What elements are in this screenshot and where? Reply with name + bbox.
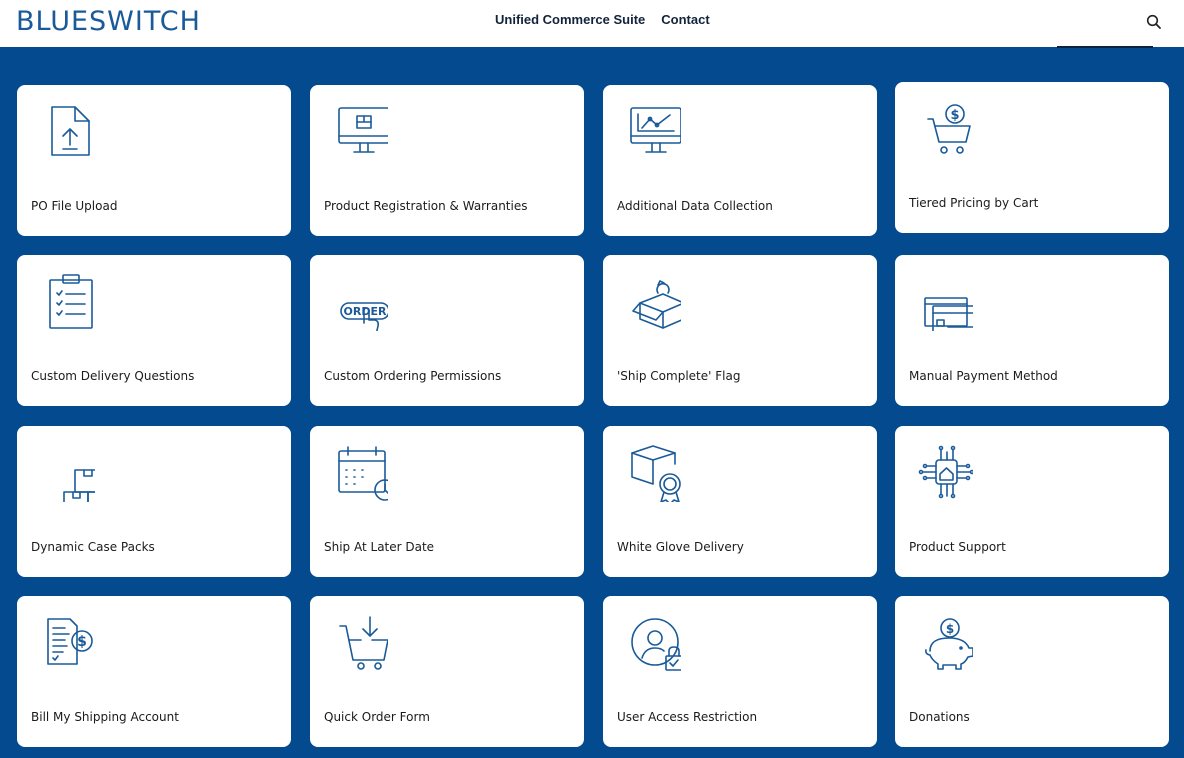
- search-icon[interactable]: [1145, 13, 1163, 31]
- card-label: Custom Ordering Permissions: [324, 369, 502, 383]
- invoice-dollar-icon: $: [35, 614, 95, 672]
- card-label: Additional Data Collection: [617, 199, 773, 213]
- card-label: White Glove Delivery: [617, 540, 744, 554]
- monitor-chart-icon: [621, 103, 682, 161]
- feature-card-tiered-pricing[interactable]: $ Tiered Pricing by Cart: [895, 82, 1169, 233]
- nav-underline: [1057, 46, 1153, 48]
- card-label: Product Support: [909, 540, 1006, 554]
- feature-card-donations[interactable]: $ Donations: [895, 596, 1169, 747]
- feature-card-white-glove-delivery[interactable]: White Glove Delivery: [603, 426, 877, 577]
- feature-card-po-file-upload[interactable]: PO File Upload: [17, 85, 291, 236]
- card-label: Tiered Pricing by Cart: [909, 196, 1039, 210]
- feature-card-manual-payment-method[interactable]: Manual Payment Method: [895, 255, 1169, 406]
- feature-card-custom-delivery-questions[interactable]: Custom Delivery Questions: [17, 255, 291, 406]
- feature-card-custom-ordering-permissions[interactable]: ORDER Custom Ordering Permissions: [310, 255, 584, 406]
- feature-card-additional-data-collection[interactable]: Additional Data Collection: [603, 85, 877, 236]
- blueswitch-logo[interactable]: BLUESWITCH: [16, 4, 201, 40]
- credit-cards-icon: [913, 273, 992, 340]
- feature-card-ship-at-later-date[interactable]: Ship At Later Date: [310, 426, 584, 577]
- feature-card-quick-order-form[interactable]: Quick Order Form: [310, 596, 584, 747]
- cart-dollar-icon: $: [913, 100, 973, 158]
- svg-text:$: $: [946, 622, 954, 636]
- nav-contact[interactable]: Contact: [661, 12, 709, 28]
- feature-card-user-access-restriction[interactable]: User Access Restriction: [603, 596, 877, 747]
- svg-text:$: $: [950, 108, 959, 123]
- computer-box-icon: [328, 103, 390, 161]
- card-label: PO File Upload: [31, 199, 118, 213]
- feature-card-bill-my-shipping-account[interactable]: $ Bill My Shipping Account: [17, 596, 291, 747]
- box-badge-icon: [621, 444, 681, 505]
- card-label: Bill My Shipping Account: [31, 710, 179, 724]
- card-label: Quick Order Form: [324, 710, 430, 724]
- home-circuit-icon: [913, 444, 975, 502]
- calendar-clock-icon: [328, 444, 396, 502]
- stacked-boxes-icon: [35, 444, 114, 513]
- card-label: Manual Payment Method: [909, 369, 1058, 383]
- piggy-bank-icon: $: [913, 614, 974, 672]
- card-label: Ship At Later Date: [324, 540, 435, 554]
- file-upload-icon: [35, 103, 95, 161]
- card-label: Custom Delivery Questions: [31, 369, 195, 383]
- card-label: Dynamic Case Packs: [31, 540, 155, 554]
- card-label: 'Ship Complete' Flag: [617, 369, 741, 383]
- card-label: Donations: [909, 710, 970, 724]
- order-button-icon: ORDER: [328, 273, 390, 336]
- nav-unified-commerce-suite[interactable]: Unified Commerce Suite: [495, 12, 645, 28]
- card-label: User Access Restriction: [617, 710, 758, 724]
- main-nav: Unified Commerce Suite Contact: [495, 12, 710, 28]
- feature-card-dynamic-case-packs[interactable]: Dynamic Case Packs: [17, 426, 291, 577]
- clipboard-checklist-icon: [35, 273, 95, 331]
- open-box-icon: [621, 273, 692, 331]
- svg-text:$: $: [77, 634, 87, 650]
- cart-download-icon: [328, 614, 389, 672]
- feature-card-product-registration[interactable]: Product Registration & Warranties: [310, 85, 584, 236]
- card-label: Product Registration & Warranties: [324, 199, 528, 213]
- feature-card-product-support[interactable]: Product Support: [895, 426, 1169, 577]
- site-header: BLUESWITCH Unified Commerce Suite Contac…: [0, 0, 1184, 47]
- feature-card-ship-complete-flag[interactable]: 'Ship Complete' Flag: [603, 255, 877, 406]
- svg-text:ORDER: ORDER: [344, 305, 387, 318]
- user-lock-icon: [621, 614, 683, 672]
